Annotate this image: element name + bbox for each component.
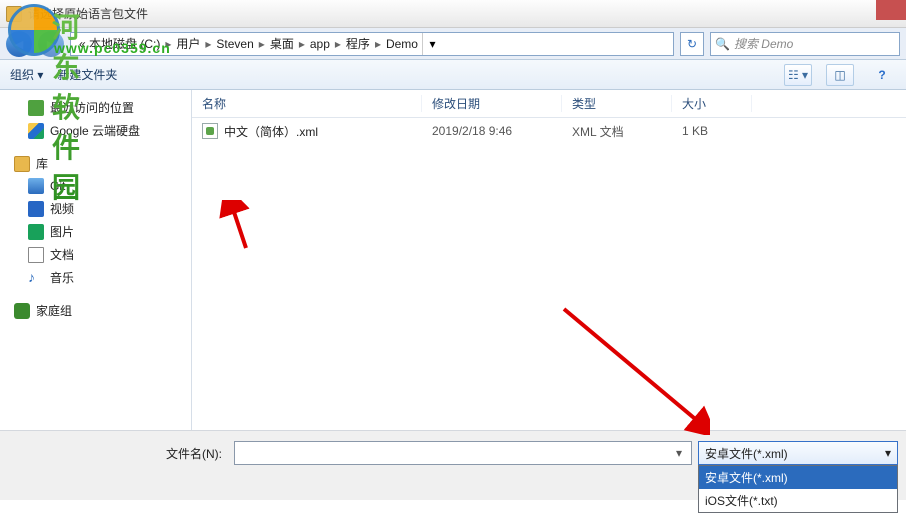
- file-size: 1 KB: [672, 124, 752, 138]
- column-date[interactable]: 修改日期: [422, 95, 562, 112]
- address-bar: ◄ ► « 本地磁盘 (C:) ▸ 用户 ▸ Steven ▸ 桌面 ▸ app…: [0, 28, 906, 60]
- xml-file-icon: [202, 123, 218, 139]
- column-type[interactable]: 类型: [562, 95, 672, 112]
- main-area: 最近访问的位置 Google 云端硬盘 库 Git 视频 图片 文档 ♪音乐 家…: [0, 90, 906, 430]
- nav-forward-button[interactable]: ►: [38, 31, 64, 57]
- filetype-dropdown[interactable]: 安卓文件(*.xml) ▾ 安卓文件(*.xml) iOS文件(*.txt): [698, 441, 898, 513]
- pictures-icon: [28, 224, 44, 240]
- file-type: XML 文档: [562, 123, 672, 140]
- chevron-right-icon: ▸: [298, 37, 306, 51]
- breadcrumb[interactable]: « 本地磁盘 (C:) ▸ 用户 ▸ Steven ▸ 桌面 ▸ app ▸ 程…: [70, 32, 674, 56]
- library-icon: [14, 156, 30, 172]
- sidebar-item-video[interactable]: 视频: [4, 197, 187, 220]
- new-folder-button[interactable]: 新建文件夹: [57, 66, 117, 83]
- search-icon: 🔍: [715, 37, 730, 51]
- breadcrumb-item[interactable]: 桌面: [266, 35, 298, 52]
- window-title: 请选择原始语言包文件: [28, 5, 148, 22]
- close-button[interactable]: [876, 0, 906, 20]
- view-options-button[interactable]: ☷ ▾: [784, 64, 812, 86]
- sidebar-item-gdrive[interactable]: Google 云端硬盘: [4, 119, 187, 142]
- video-icon: [28, 201, 44, 217]
- music-icon: ♪: [28, 270, 44, 286]
- search-placeholder: 搜索 Demo: [734, 35, 793, 52]
- filetype-option[interactable]: iOS文件(*.txt): [699, 489, 897, 512]
- sidebar-item-recent[interactable]: 最近访问的位置: [4, 96, 187, 119]
- sidebar-item-music[interactable]: ♪音乐: [4, 266, 187, 289]
- column-name[interactable]: 名称: [192, 95, 422, 112]
- sidebar-item-pictures[interactable]: 图片: [4, 220, 187, 243]
- bottom-bar: 文件名(N): ▾ 安卓文件(*.xml) ▾ 安卓文件(*.xml) iOS文…: [0, 430, 906, 500]
- breadcrumb-item[interactable]: Demo: [382, 37, 422, 51]
- filename-label: 文件名(N):: [8, 441, 228, 462]
- nav-back-button[interactable]: ◄: [6, 31, 32, 57]
- git-icon: [28, 178, 44, 194]
- titlebar: 请选择原始语言包文件: [0, 0, 906, 28]
- column-headers: 名称 修改日期 类型 大小: [192, 90, 906, 118]
- chevron-right-icon: ▸: [374, 37, 382, 51]
- file-date: 2019/2/18 9:46: [422, 124, 562, 138]
- file-name: 中文（简体）.xml: [224, 123, 318, 140]
- chevron-right-icon: ▸: [164, 37, 172, 51]
- toolbar: 组织 ▾ 新建文件夹 ☷ ▾ ◫ ?: [0, 60, 906, 90]
- chevron-down-icon[interactable]: ▾: [671, 446, 687, 460]
- breadcrumb-item[interactable]: 用户: [172, 35, 204, 52]
- sidebar: 最近访问的位置 Google 云端硬盘 库 Git 视频 图片 文档 ♪音乐 家…: [0, 90, 192, 430]
- breadcrumb-item[interactable]: 程序: [342, 35, 374, 52]
- preview-pane-button[interactable]: ◫: [826, 64, 854, 86]
- file-row[interactable]: 中文（简体）.xml 2019/2/18 9:46 XML 文档 1 KB: [192, 118, 906, 144]
- sidebar-item-git[interactable]: Git: [4, 175, 187, 197]
- chevron-right-icon: ▸: [204, 37, 212, 51]
- recent-icon: [28, 100, 44, 116]
- breadcrumb-item[interactable]: Steven: [212, 37, 257, 51]
- homegroup-icon: [14, 303, 30, 319]
- chevron-right-icon: ▸: [258, 37, 266, 51]
- file-list: 名称 修改日期 类型 大小 中文（简体）.xml 2019/2/18 9:46 …: [192, 90, 906, 430]
- chevron-down-icon: ▾: [885, 446, 891, 460]
- sidebar-item-libraries[interactable]: 库: [4, 152, 187, 175]
- filetype-selected: 安卓文件(*.xml): [705, 445, 788, 462]
- help-button[interactable]: ?: [868, 64, 896, 86]
- breadcrumb-dropdown[interactable]: ▾: [422, 33, 442, 55]
- column-size[interactable]: 大小: [672, 95, 752, 112]
- sidebar-item-homegroup[interactable]: 家庭组: [4, 299, 187, 322]
- documents-icon: [28, 247, 44, 263]
- filename-input[interactable]: ▾: [234, 441, 692, 465]
- sidebar-item-documents[interactable]: 文档: [4, 243, 187, 266]
- breadcrumb-root[interactable]: « 本地磁盘 (C:): [75, 35, 164, 52]
- filetype-options: 安卓文件(*.xml) iOS文件(*.txt): [698, 465, 898, 513]
- organize-menu[interactable]: 组织 ▾: [10, 66, 43, 83]
- chevron-right-icon: ▸: [334, 37, 342, 51]
- window-icon: [6, 6, 22, 22]
- breadcrumb-item[interactable]: app: [306, 37, 334, 51]
- refresh-button[interactable]: ↻: [680, 32, 704, 56]
- filetype-option[interactable]: 安卓文件(*.xml): [699, 466, 897, 489]
- gdrive-icon: [28, 123, 44, 139]
- search-input[interactable]: 🔍 搜索 Demo: [710, 32, 900, 56]
